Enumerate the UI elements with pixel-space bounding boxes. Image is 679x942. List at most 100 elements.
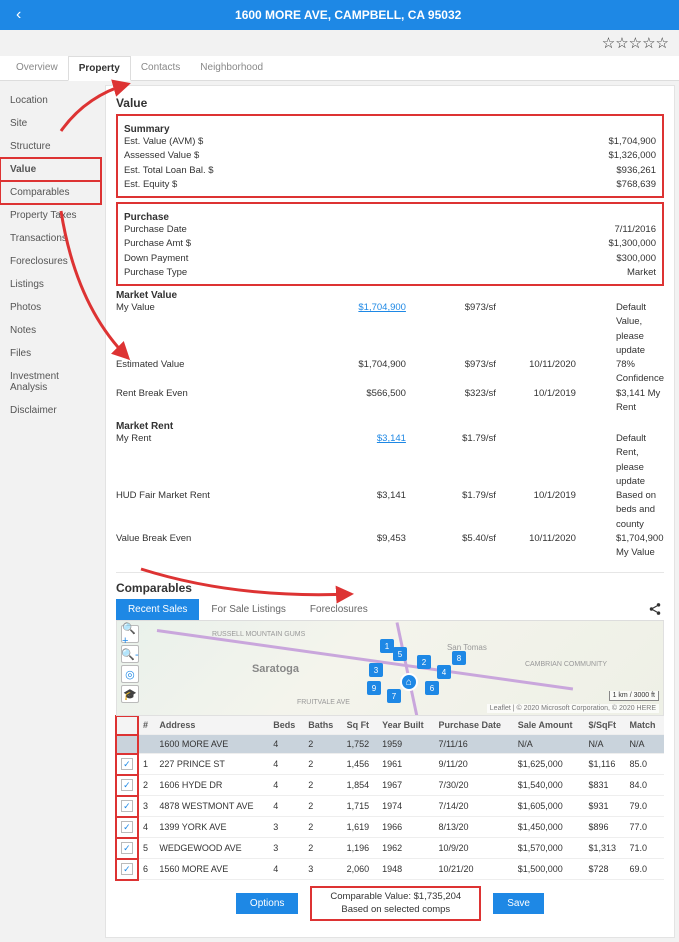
table-row[interactable]: ✓61560 MORE AVE432,060194810/21/20$1,500… bbox=[116, 859, 664, 880]
col-header[interactable]: Year Built bbox=[377, 716, 433, 735]
page-title: 1600 MORE AVE, CAMPBELL, CA 95032 bbox=[27, 8, 669, 22]
value: $1,704,900 bbox=[566, 135, 656, 149]
subtab-for-sale[interactable]: For Sale Listings bbox=[199, 599, 297, 620]
value: 7/11/2016 bbox=[566, 223, 656, 237]
table-row[interactable]: ✓41399 YORK AVE321,61919668/13/20$1,450,… bbox=[116, 817, 664, 838]
home-pin-icon[interactable]: ⌂ bbox=[400, 673, 418, 691]
comparable-value-box: Comparable Value: $1,735,204 Based on se… bbox=[310, 886, 481, 921]
note: $1,704,900 My Value bbox=[576, 532, 664, 561]
col-header[interactable]: Beds bbox=[268, 716, 303, 735]
label: My Rent bbox=[116, 432, 316, 489]
date: 10/1/2019 bbox=[496, 489, 576, 532]
map-credit: Leaflet | © 2020 Microsoft Corporation, … bbox=[487, 704, 659, 713]
sidebar-foreclosures[interactable]: Foreclosures bbox=[0, 250, 101, 273]
sidebar-files[interactable]: Files bbox=[0, 342, 101, 365]
tab-contacts[interactable]: Contacts bbox=[131, 56, 190, 80]
value: $1,300,000 bbox=[566, 237, 656, 251]
tab-overview[interactable]: Overview bbox=[6, 56, 68, 80]
label: HUD Fair Market Rent bbox=[116, 489, 316, 532]
table-row[interactable]: 1600 MORE AVE421,75219597/11/16N/AN/AN/A bbox=[116, 735, 664, 754]
tab-neighborhood[interactable]: Neighborhood bbox=[190, 56, 273, 80]
sidebar-listings[interactable]: Listings bbox=[0, 273, 101, 296]
main-tabs: Overview Property Contacts Neighborhood bbox=[0, 56, 679, 81]
save-button[interactable]: Save bbox=[493, 893, 544, 914]
sidebar-structure[interactable]: Structure bbox=[0, 135, 101, 158]
map-education-icon[interactable]: 🎓 bbox=[121, 685, 139, 703]
comparables-title: Comparables bbox=[116, 572, 664, 595]
val: $3,141 bbox=[316, 432, 406, 489]
per-sf: $5.40/sf bbox=[406, 532, 496, 561]
value-link[interactable]: $3,141 bbox=[377, 433, 406, 444]
map-pin[interactable]: 1 bbox=[380, 639, 394, 653]
back-button[interactable]: ‹ bbox=[10, 6, 27, 24]
col-header[interactable] bbox=[116, 716, 138, 735]
tab-property[interactable]: Property bbox=[68, 56, 131, 81]
table-row[interactable]: ✓34878 WESTMONT AVE421,71519747/14/20$1,… bbox=[116, 796, 664, 817]
sidebar-comparables[interactable]: Comparables bbox=[0, 181, 101, 204]
sidebar-notes[interactable]: Notes bbox=[0, 319, 101, 342]
zoom-out-icon[interactable]: 🔍- bbox=[121, 645, 139, 663]
map-pin[interactable]: 5 bbox=[393, 647, 407, 661]
row-checkbox[interactable]: ✓ bbox=[121, 800, 133, 812]
map-label-fruitvale: FRUITVALE AVE bbox=[297, 699, 350, 706]
map-pin[interactable]: 2 bbox=[417, 655, 431, 669]
sidebar-location[interactable]: Location bbox=[0, 89, 101, 112]
per-sf: $323/sf bbox=[406, 387, 496, 416]
value: $768,639 bbox=[566, 178, 656, 192]
col-header[interactable]: $/SqFt bbox=[584, 716, 625, 735]
map[interactable]: 🔍+ 🔍- ◎ 🎓 Saratoga San Tomas CAMBRIAN CO… bbox=[116, 621, 664, 716]
map-label-cambrian: CAMBRIAN COMMUNITY bbox=[525, 661, 607, 668]
row-checkbox[interactable]: ✓ bbox=[121, 779, 133, 791]
val: $3,141 bbox=[316, 489, 406, 532]
map-pin[interactable]: 3 bbox=[369, 663, 383, 677]
zoom-in-icon[interactable]: 🔍+ bbox=[121, 625, 139, 643]
subtab-foreclosures[interactable]: Foreclosures bbox=[298, 599, 380, 620]
col-header[interactable]: Sale Amount bbox=[513, 716, 584, 735]
row-checkbox[interactable]: ✓ bbox=[121, 758, 133, 770]
row-checkbox[interactable]: ✓ bbox=[121, 842, 133, 854]
value: $300,000 bbox=[566, 252, 656, 266]
col-header[interactable]: Baths bbox=[303, 716, 341, 735]
col-header[interactable]: Sq Ft bbox=[342, 716, 378, 735]
sidebar-site[interactable]: Site bbox=[0, 112, 101, 135]
label: Est. Value (AVM) $ bbox=[124, 135, 324, 149]
sidebar-taxes[interactable]: Property Taxes bbox=[0, 204, 101, 227]
purchase-heading: Purchase bbox=[124, 212, 656, 223]
share-icon[interactable] bbox=[648, 602, 662, 619]
map-pin[interactable]: 9 bbox=[367, 681, 381, 695]
date bbox=[496, 432, 576, 489]
table-row[interactable]: ✓21606 HYDE DR421,85419677/30/20$1,540,0… bbox=[116, 775, 664, 796]
label: Estimated Value bbox=[116, 358, 316, 387]
sidebar-investment[interactable]: Investment Analysis bbox=[0, 365, 101, 399]
row-checkbox[interactable]: ✓ bbox=[121, 863, 133, 875]
summary-heading: Summary bbox=[124, 124, 656, 135]
table-row[interactable]: ✓5WEDGEWOOD AVE321,196196210/9/20$1,570,… bbox=[116, 838, 664, 859]
sidebar-disclaimer[interactable]: Disclaimer bbox=[0, 399, 101, 422]
subtab-recent-sales[interactable]: Recent Sales bbox=[116, 599, 199, 620]
col-header[interactable]: Purchase Date bbox=[433, 716, 512, 735]
row-checkbox[interactable]: ✓ bbox=[121, 821, 133, 833]
sidebar-value[interactable]: Value bbox=[0, 158, 101, 181]
label: Purchase Date bbox=[124, 223, 324, 237]
mr-heading: Market Rent bbox=[116, 421, 664, 432]
sidebar-photos[interactable]: Photos bbox=[0, 296, 101, 319]
value-link[interactable]: $1,704,900 bbox=[358, 302, 406, 313]
map-layers-icon[interactable]: ◎ bbox=[121, 665, 139, 683]
val: $1,704,900 bbox=[316, 358, 406, 387]
map-pin[interactable]: 7 bbox=[387, 689, 401, 703]
map-pin[interactable]: 8 bbox=[452, 651, 466, 665]
val: $9,453 bbox=[316, 532, 406, 561]
table-row[interactable]: ✓1227 PRINCE ST421,45619619/11/20$1,625,… bbox=[116, 754, 664, 775]
sidebar: Location Site Structure Value Comparable… bbox=[0, 81, 101, 942]
sidebar-transactions[interactable]: Transactions bbox=[0, 227, 101, 250]
map-pin[interactable]: 4 bbox=[437, 665, 451, 679]
col-header[interactable]: Address bbox=[154, 716, 268, 735]
map-pin[interactable]: 6 bbox=[425, 681, 439, 695]
col-header[interactable]: Match bbox=[625, 716, 664, 735]
label: Est. Total Loan Bal. $ bbox=[124, 164, 324, 178]
options-button[interactable]: Options bbox=[236, 893, 298, 914]
col-header[interactable]: # bbox=[138, 716, 154, 735]
value-section-title: Value bbox=[116, 96, 664, 110]
val: $566,500 bbox=[316, 387, 406, 416]
rating-stars[interactable]: ☆☆☆☆☆ bbox=[0, 30, 679, 56]
